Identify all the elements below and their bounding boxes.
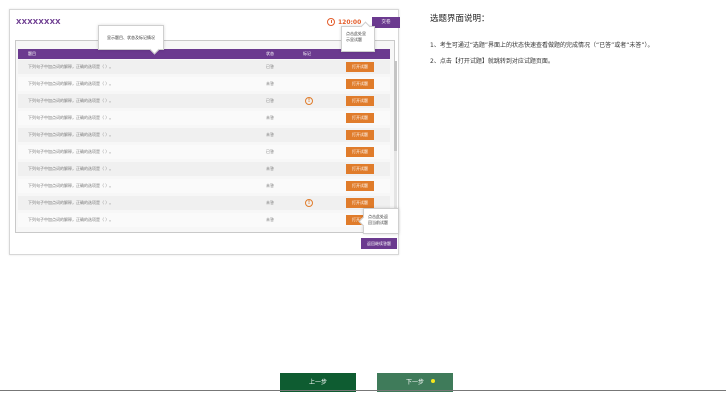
cursor-indicator <box>431 379 435 383</box>
status-text: 未答 <box>266 217 274 222</box>
question-text: 下列句子中加点词的解释，正确的选项是（ ）。 <box>28 200 114 205</box>
table-row: 下列句子中加点词的解释，正确的选项是（ ）。 未答 打开试题 <box>18 77 390 91</box>
open-question-button[interactable]: 打开试题 <box>346 147 374 157</box>
header-status: 状态 <box>266 51 274 56</box>
clock-icon <box>327 18 335 26</box>
tooltip-line: 示显试题 <box>346 37 362 42</box>
question-text: 下列句子中加点词的解释，正确的选项是（ ）。 <box>28 98 114 103</box>
question-text: 下列句子中加点词的解释，正确的选项是（ ）。 <box>28 217 114 222</box>
table-row: 下列句子中加点词的解释，正确的选项是（ ）。 未答 打开试题 <box>18 111 390 125</box>
table-row: 下列句子中加点词的解释，正确的选项是（ ）。 已答 打开试题 <box>18 60 390 74</box>
tooltip-back: 点击此处返 回当前试题 <box>363 208 399 234</box>
status-text: 未答 <box>266 166 274 171</box>
table-row: 下列句子中加点词的解释，正确的选项是（ ）。 已答! 打开试题 <box>18 94 390 108</box>
table-row: 下列句子中加点词的解释，正确的选项是（ ）。 未答 打开试题 <box>18 179 390 193</box>
submit-button[interactable]: 交卷 <box>372 17 400 28</box>
status-text: 未答 <box>266 81 274 86</box>
table-row: 下列句子中加点词的解释，正确的选项是（ ）。 未答 打开试题 <box>18 162 390 176</box>
table-row: 下列句子中加点词的解释，正确的选项是（ ）。 已答 打开试题 <box>18 145 390 159</box>
open-question-button[interactable]: 打开试题 <box>346 164 374 174</box>
scrollbar-thumb[interactable] <box>394 61 397 151</box>
scrollbar[interactable] <box>394 61 397 231</box>
tooltip-table-header: 显示题目、状态及标记情况 <box>98 25 164 50</box>
question-text: 下列句子中加点词的解释，正确的选项是（ ）。 <box>28 115 114 120</box>
header-mark: 标记 <box>303 51 311 56</box>
question-text: 下列句子中加点词的解释，正确的选项是（ ）。 <box>28 81 114 86</box>
table-row: 下列句子中加点词的解释，正确的选项是（ ）。 未答! 打开试题 <box>18 196 390 210</box>
instructions-title: 选题界面说明： <box>430 14 490 24</box>
status-text: 未答 <box>266 132 274 137</box>
status-text: 已答 <box>266 98 274 103</box>
open-question-button[interactable]: 打开试题 <box>346 181 374 191</box>
status-text: 未答 <box>266 200 274 205</box>
question-selection-screenshot: XXXXXXXX 120:00 交卷 题目 状态 标记 下列句子中加点词的解释，… <box>9 9 400 255</box>
timer-text: 120:00 <box>338 18 362 26</box>
back-to-answer-button[interactable]: 返回继续答题 <box>361 238 397 249</box>
bottom-divider <box>0 390 726 391</box>
open-question-button[interactable]: 打开试题 <box>346 96 374 106</box>
table-row: 下列句子中加点词的解释，正确的选项是（ ）。 未答 打开试题 <box>18 128 390 142</box>
open-question-button[interactable]: 打开试题 <box>346 130 374 140</box>
open-question-button[interactable]: 打开试题 <box>346 79 374 89</box>
status-text: 已答 <box>266 149 274 154</box>
brand-text: XXXXXXXX <box>16 18 61 26</box>
question-text: 下列句子中加点词的解释，正确的选项是（ ）。 <box>28 132 114 137</box>
instruction-item: 2、点击【打开试题】就跳转到对应试题页面。 <box>430 58 554 65</box>
question-text: 下列句子中加点词的解释，正确的选项是（ ）。 <box>28 183 114 188</box>
question-text: 下列句子中加点词的解释，正确的选项是（ ）。 <box>28 64 114 69</box>
screenshot-header: XXXXXXXX 120:00 交卷 <box>10 10 400 34</box>
open-question-button[interactable]: 打开试题 <box>346 62 374 72</box>
question-list-panel: 题目 状态 标记 下列句子中加点词的解释，正确的选项是（ ）。 已答 打开试题 下列句… <box>15 40 397 233</box>
tooltip-line: 回当前试题 <box>368 220 388 225</box>
table-header: 题目 状态 标记 <box>18 49 390 59</box>
mark-icon: ! <box>305 199 313 207</box>
status-text: 未答 <box>266 183 274 188</box>
mark-icon: ! <box>305 97 313 105</box>
question-text: 下列句子中加点词的解释，正确的选项是（ ）。 <box>28 166 114 171</box>
header-question: 题目 <box>28 51 36 56</box>
instruction-item: 1、考生可通过“选题”界面上的状态快速查看做题的完成情况（“已答”或者“未答”）… <box>430 42 654 49</box>
status-text: 未答 <box>266 115 274 120</box>
open-question-button[interactable]: 打开试题 <box>346 198 374 208</box>
question-text: 下列句子中加点词的解释，正确的选项是（ ）。 <box>28 149 114 154</box>
status-text: 已答 <box>266 64 274 69</box>
table-row: 下列句子中加点词的解释，正确的选项是（ ）。未答打开试题 <box>18 213 390 227</box>
tooltip-open-question: 点击此处显 示显试题 <box>341 26 375 52</box>
open-question-button[interactable]: 打开试题 <box>346 113 374 123</box>
